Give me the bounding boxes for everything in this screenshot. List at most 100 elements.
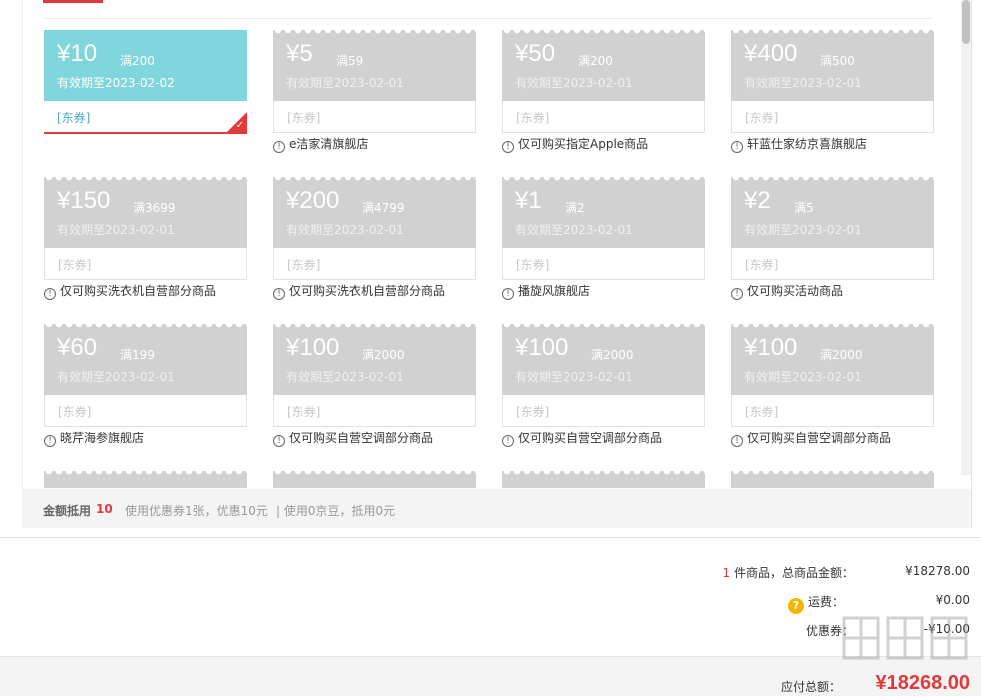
coupon-expiry: 有效期至2023-02-01 [744, 223, 862, 237]
coupon-header: ¥100 满2000 有效期至2023-02-01 [731, 324, 934, 395]
coupon-footer: [东券] [44, 395, 247, 427]
coupon-card[interactable]: ¥50 满200 有效期至2023-02-01 [东券] [502, 30, 705, 134]
items-total-label: 件商品，总商品金额： [733, 566, 854, 580]
coupon-header [273, 471, 476, 488]
restriction-text: 仅可购买洗衣机自营部分商品 [289, 284, 446, 298]
coupon-condition: 满5 [794, 201, 814, 215]
coupon-header [731, 471, 934, 488]
coupon-header: ¥400 满500 有效期至2023-02-01 [731, 30, 934, 101]
info-icon: ! [273, 141, 285, 153]
watermark-logo [842, 616, 968, 660]
coupon-header: ¥100 满2000 有效期至2023-02-01 [502, 324, 705, 395]
coupon-amount: ¥10 [57, 40, 98, 67]
info-icon: ! [731, 141, 743, 153]
restriction-text: 仅可购买洗衣机自营部分商品 [60, 284, 217, 298]
summary-bean-desc: | 使用0京豆，抵用0元 [276, 504, 396, 518]
coupon-expiry: 有效期至2023-02-01 [286, 223, 404, 237]
coupon-footer: [东券] [273, 248, 476, 280]
coupon-footer: [东券] [502, 395, 705, 427]
coupon-expiry: 有效期至2023-02-01 [515, 76, 633, 90]
restriction-text: 仅可购买自营空调部分商品 [289, 431, 434, 445]
info-icon: ! [731, 435, 743, 447]
info-icon: ! [731, 288, 743, 300]
info-icon: ! [502, 435, 514, 447]
coupon-card[interactable]: ¥5 满59 有效期至2023-02-01 [东券] [273, 30, 476, 134]
coupon-type-tag: [东券] [57, 111, 91, 125]
coupon-condition: 满3699 [133, 201, 176, 215]
active-tab-indicator [43, 0, 103, 3]
coupon-card[interactable]: ¥60 满199 有效期至2023-02-01 [东券] [44, 324, 247, 428]
coupon-card[interactable]: ¥100 满2000 有效期至2023-02-01 [东券] [502, 324, 705, 428]
shipping-value: ¥0.00 [935, 593, 970, 607]
coupon-list: ¥10 满200 有效期至2023-02-02 [东券] ✓ ¥5 满59 有效期至2023-… [44, 30, 944, 488]
coupon-card[interactable]: ¥400 满500 有效期至2023-02-01 [东券] [731, 30, 934, 134]
info-icon: ! [273, 435, 285, 447]
coupon-type-tag: [东券] [287, 111, 321, 125]
coupon-card[interactable]: ¥100 满2000 有效期至2023-02-01 [东券] [731, 324, 934, 428]
coupon-card[interactable]: ¥1 满2 有效期至2023-02-01 [东券] [502, 177, 705, 281]
coupon-header: ¥60 满199 有效期至2023-02-01 [44, 324, 247, 395]
coupon-condition: 满59 [336, 54, 364, 68]
coupon-restriction-note: ! 仅可购买自营空调部分商品 [731, 429, 891, 447]
coupon-condition: 满500 [820, 54, 855, 68]
coupon-header: ¥200 满4799 有效期至2023-02-01 [273, 177, 476, 248]
restriction-text: 轩蓝仕家纺京喜旗舰店 [747, 137, 868, 151]
info-icon: ! [502, 288, 514, 300]
coupon-amount: ¥150 [57, 187, 111, 214]
coupon-footer: [东券] [502, 101, 705, 133]
coupon-condition: 满2 [565, 201, 585, 215]
coupon-expiry: 有效期至2023-02-01 [286, 370, 404, 384]
scrollbar-thumb[interactable] [962, 0, 970, 44]
coupon-amount: ¥60 [57, 334, 98, 361]
coupon-condition: 满2000 [362, 348, 405, 362]
coupon-condition: 满2000 [820, 348, 863, 362]
coupon-card-partial[interactable] [502, 471, 705, 488]
coupon-footer: [东券] [273, 101, 476, 133]
coupon-header: ¥5 满59 有效期至2023-02-01 [273, 30, 476, 101]
coupon-restriction-note: ! 仅可购买指定Apple商品 [502, 135, 648, 153]
restriction-text: 晓芹海参旗舰店 [60, 431, 145, 445]
coupon-type-tag: [东券] [745, 258, 779, 272]
coupon-header: ¥1 满2 有效期至2023-02-01 [502, 177, 705, 248]
restriction-text: e洁家清旗舰店 [289, 137, 369, 151]
coupon-card[interactable]: ¥200 满4799 有效期至2023-02-01 [东券] [273, 177, 476, 281]
summary-coupon-desc: 使用优惠券1张，优惠10元 [125, 504, 268, 518]
coupon-card-partial[interactable] [273, 471, 476, 488]
restriction-text: 仅可购买指定Apple商品 [518, 137, 649, 151]
shipping-label: 运费： [807, 595, 844, 609]
coupon-amount: ¥100 [744, 334, 798, 361]
restriction-text: 播旋风旗舰店 [518, 284, 591, 298]
coupon-type-tag: [东券] [745, 405, 779, 419]
coupon-restriction-note: ! 晓芹海参旗舰店 [44, 429, 144, 447]
coupon-footer: [东券] [273, 395, 476, 427]
payable-label: 应付总额： [780, 680, 841, 694]
coupon-card[interactable]: ¥10 满200 有效期至2023-02-02 [东券] ✓ [44, 30, 247, 134]
coupon-expiry: 有效期至2023-02-02 [57, 76, 175, 90]
coupon-card[interactable]: ¥150 满3699 有效期至2023-02-01 [东券] [44, 177, 247, 281]
help-icon[interactable]: ? [787, 598, 804, 614]
summary-label: 金额抵用 [43, 504, 92, 518]
coupon-restriction-note: ! 仅可购买自营空调部分商品 [502, 429, 662, 447]
coupon-amount: ¥5 [286, 40, 313, 67]
coupon-type-tag: [东券] [516, 111, 550, 125]
coupon-card-partial[interactable] [731, 471, 934, 488]
coupon-expiry: 有效期至2023-02-01 [744, 76, 862, 90]
coupon-footer: [东券] [731, 101, 934, 133]
coupon-expiry: 有效期至2023-02-01 [744, 370, 862, 384]
shipping-row: ? 运费： [787, 593, 844, 614]
coupon-restriction-note: ! 仅可购买洗衣机自营部分商品 [44, 282, 216, 300]
scrollbar-track[interactable] [961, 0, 971, 475]
coupon-card[interactable]: ¥100 满2000 有效期至2023-02-01 [东券] [273, 324, 476, 428]
coupon-type-tag: [东券] [516, 258, 550, 272]
coupon-condition: 满200 [120, 54, 155, 68]
coupon-card[interactable]: ¥2 满5 有效期至2023-02-01 [东券] [731, 177, 934, 281]
coupon-restriction-note: ! 播旋风旗舰店 [502, 282, 590, 300]
coupon-card-partial[interactable] [44, 471, 247, 488]
coupon-type-tag: [东券] [58, 405, 92, 419]
coupon-condition: 满199 [120, 348, 155, 362]
coupon-amount: ¥100 [515, 334, 569, 361]
checkmark-icon: ✓ [235, 120, 244, 131]
coupon-expiry: 有效期至2023-02-01 [515, 223, 633, 237]
coupon-expiry: 有效期至2023-02-01 [286, 76, 404, 90]
coupon-expiry: 有效期至2023-02-01 [515, 370, 633, 384]
